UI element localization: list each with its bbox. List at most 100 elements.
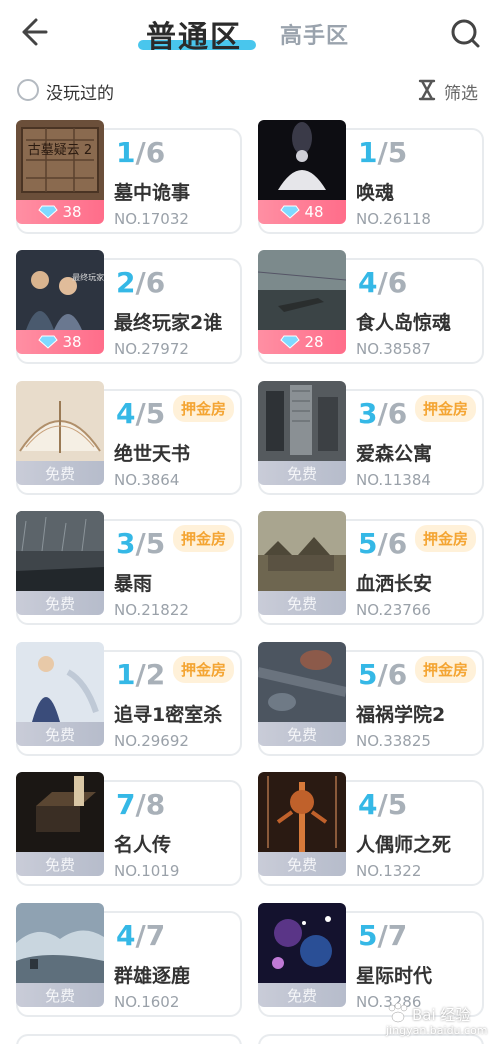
game-cover: 免费 [16,642,104,746]
game-cover: 免费 [258,381,346,485]
game-cover: 免费 [258,642,346,746]
price-band: 免费 [16,983,104,1007]
deposit-room-badge: 押金房 [172,525,234,552]
game-cover: 古墓疑云 2 38 [16,120,104,224]
diamond-icon [38,335,59,349]
price-band: 免费 [258,722,346,746]
player-count: 3/5 [116,527,166,560]
diamond-icon [38,205,59,219]
free-label: 免费 [286,855,317,874]
free-label: 免费 [44,986,75,1005]
player-count: 4/5 [116,397,166,430]
price-band: 免费 [258,461,346,485]
game-card[interactable]: 免费 7/8 名人传 NO.1019 [16,772,242,886]
game-title: 名人传 [114,834,172,856]
cover-image [16,642,104,722]
room-number: NO.11384 [356,471,431,489]
game-card[interactable]: 48 1/5 唤魂 NO.26118 [258,120,484,234]
back-arrow-icon[interactable] [14,14,50,50]
price-band: 免费 [258,591,346,615]
cover-image [258,120,346,200]
game-title: 福祸学院2 [356,704,446,726]
game-title: 群雄逐鹿 [114,965,191,987]
deposit-room-badge: 押金房 [172,656,234,683]
player-count: 1/2 [116,658,166,691]
cover-title-text: 最终玩家 2 [72,272,104,282]
room-number: NO.1602 [114,993,180,1011]
price-band: 免费 [16,722,104,746]
game-title: 人偶师之死 [356,834,452,856]
game-card[interactable]: 免费 押金房 4/5 绝世天书 NO.3864 [16,381,242,495]
diamond-icon [280,205,301,219]
player-count: 4/5 [358,788,408,821]
player-count: 7/8 [116,788,166,821]
free-label: 免费 [44,594,75,613]
room-number: NO.27972 [114,340,189,358]
cover-image [258,903,346,983]
price-band: 免费 [16,461,104,485]
watermark-url: jingyan.baidu.com [386,1024,488,1037]
diamond-price: 28 [304,333,324,351]
player-count: 1/6 [116,136,166,169]
top-bar: 普通区 高手区 [0,0,500,64]
filter-bar: 没玩过的 筛选 [0,72,500,108]
deposit-room-badge: 押金房 [414,525,476,552]
room-number: NO.17032 [114,210,189,228]
cover-image [16,772,104,852]
cover-image [16,903,104,983]
price-band: 免费 [258,852,346,876]
cover-title-text: 古墓疑云 2 [28,142,92,158]
room-number: NO.21822 [114,601,189,619]
player-count: 4/6 [358,266,408,299]
game-cover: 免费 [16,772,104,876]
diamond-price: 38 [62,203,82,221]
price-band: 免费 [16,591,104,615]
room-number: NO.29692 [114,732,189,750]
game-title: 最终玩家2谁 [114,312,223,334]
diamond-icon [280,335,301,349]
free-label: 免费 [286,986,317,1005]
free-label: 免费 [286,725,317,744]
game-title: 星际时代 [356,965,433,987]
game-card[interactable]: 免费 押金房 5/6 福祸学院2 NO.33825 [258,642,484,756]
cover-image [258,511,346,591]
paw-icon [388,1002,408,1023]
game-cover: 28 [258,250,346,354]
game-card[interactable]: 免费 押金房 3/6 爱森公寓 NO.11384 [258,381,484,495]
game-card[interactable]: 免费 4/7 群雄逐鹿 NO.1602 [16,903,242,1017]
free-label: 免费 [286,464,317,483]
room-number: NO.23766 [356,601,431,619]
game-title: 唤魂 [356,182,395,204]
game-card[interactable]: 古墓疑云 2 38 1/6 墓中诡事 NO.17032 [16,120,242,234]
game-card-partial[interactable] [16,1034,242,1044]
free-label: 免费 [44,855,75,874]
cover-image [258,250,346,330]
free-label: 免费 [286,594,317,613]
player-count: 5/7 [358,919,408,952]
game-cover: 免费 [258,511,346,615]
free-label: 免费 [44,464,75,483]
game-card[interactable]: 最终玩家 2 38 2/6 最终玩家2谁 NO.27972 [16,250,242,364]
game-card[interactable]: 免费 4/5 人偶师之死 NO.1322 [258,772,484,886]
tab-expert-zone[interactable]: 高手区 [280,18,349,50]
diamond-price: 38 [62,333,82,351]
game-title: 墓中诡事 [114,182,191,204]
player-count: 1/5 [358,136,408,169]
unplayed-label[interactable]: 没玩过的 [46,79,114,104]
room-number: NO.1019 [114,862,180,880]
unplayed-radio[interactable] [17,79,39,101]
game-card[interactable]: 免费 押金房 3/5 暴雨 NO.21822 [16,511,242,625]
game-cover: 免费 [16,511,104,615]
player-count: 3/6 [358,397,408,430]
deposit-room-badge: 押金房 [414,395,476,422]
tab-normal-zone[interactable]: 普通区 [146,12,242,56]
player-count: 5/6 [358,527,408,560]
free-label: 免费 [44,725,75,744]
game-card[interactable]: 免费 押金房 5/6 血洒长安 NO.23766 [258,511,484,625]
game-title: 绝世天书 [114,443,191,465]
game-card[interactable]: 28 4/6 食人岛惊魂 NO.38587 [258,250,484,364]
search-icon[interactable] [448,16,482,50]
price-band: 38 [16,330,104,354]
filter-button[interactable]: 筛选 [416,76,488,104]
game-card[interactable]: 免费 押金房 1/2 追寻1密室杀 NO.29692 [16,642,242,756]
